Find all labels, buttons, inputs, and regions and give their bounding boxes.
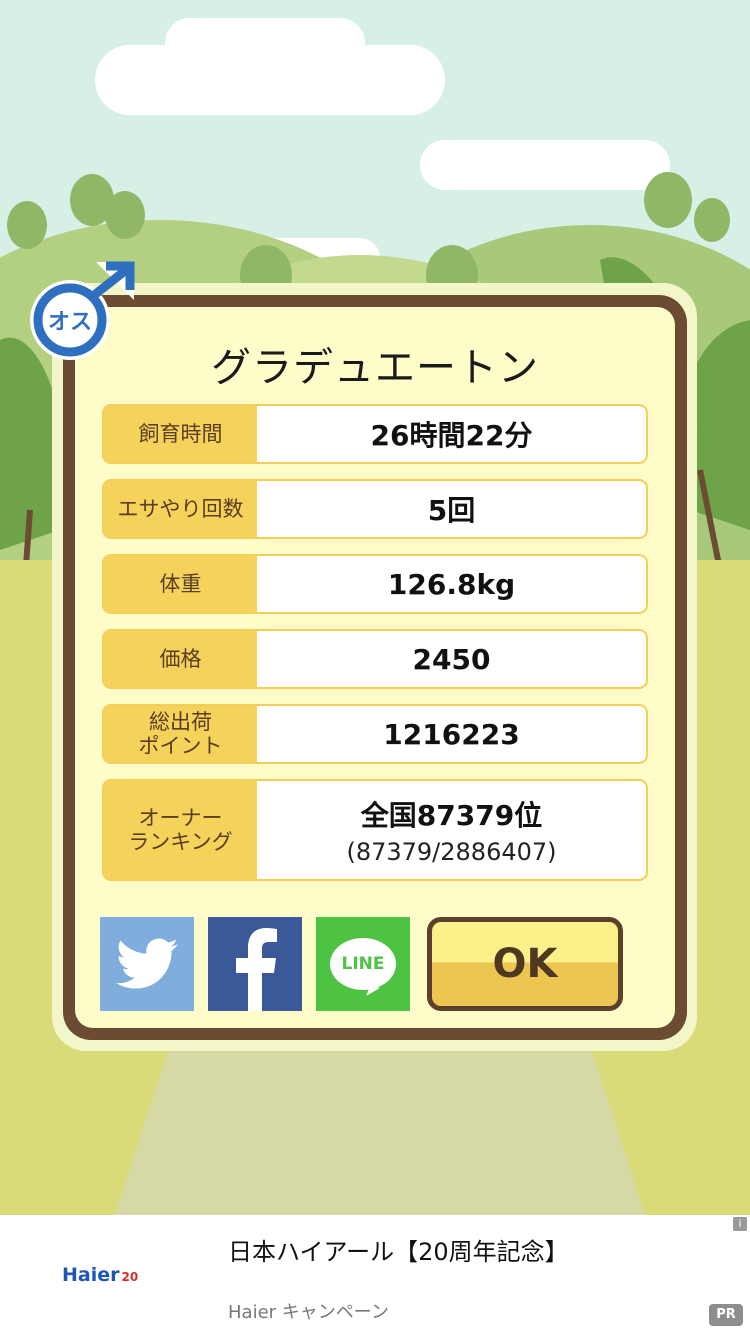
ok-button[interactable]: OK — [427, 917, 623, 1011]
haier-logo[interactable]: Haier 20 — [62, 1264, 138, 1286]
stat-value: 5回 — [427, 494, 476, 527]
twitter-bird-icon — [116, 938, 178, 989]
stat-label: エサやり回数 — [104, 481, 257, 537]
stat-row-shipping-points: 総出荷 ポイント 1216223 — [102, 704, 648, 764]
facebook-share-button[interactable] — [208, 917, 302, 1011]
stat-row-weight: 体重 126.8kg — [102, 554, 648, 614]
dialog-body: グラデュエートン 飼育時間 26時間22分 エサやり回数 5回 体重 126.8… — [75, 307, 675, 1028]
stat-label: 総出荷 ポイント — [104, 706, 257, 762]
pig-name-title: グラデュエートン — [211, 345, 539, 391]
stat-row-owner-ranking: オーナー ランキング 全国87379位 (87379/2886407) — [102, 779, 648, 881]
line-share-button[interactable]: LINE — [316, 917, 410, 1011]
stat-value: 1216223 — [383, 717, 520, 751]
stat-value: 126.8kg — [387, 567, 516, 601]
stat-label: 価格 — [104, 631, 257, 687]
stat-value: 26時間22分 — [370, 419, 533, 452]
cloud — [165, 18, 365, 68]
gender-label: オス — [48, 310, 92, 335]
facebook-f-icon — [236, 928, 277, 1011]
stat-row-price: 価格 2450 — [102, 629, 648, 689]
stat-row-feed-count: エサやり回数 5回 — [102, 479, 648, 539]
line-logo-icon: LINE — [330, 938, 396, 990]
stat-value: 全国87379位 (87379/2886407) — [257, 781, 646, 879]
ranking-main: 全国87379位 — [360, 799, 543, 832]
stat-label: オーナー ランキング — [104, 781, 257, 879]
male-symbol-icon: オス — [30, 261, 135, 360]
anniversary-mark: 20 — [121, 1270, 139, 1284]
ranking-detail: (87379/2886407) — [346, 838, 557, 866]
stat-label: 飼育時間 — [104, 406, 257, 462]
result-dialog: グラデュエートン 飼育時間 26時間22分 エサやり回数 5回 体重 126.8… — [63, 295, 687, 1040]
twitter-share-button[interactable] — [100, 917, 194, 1011]
stat-label: 体重 — [104, 556, 257, 612]
ad-subtitle[interactable]: Haier キャンペーン — [228, 1298, 389, 1324]
stat-value: 2450 — [412, 642, 491, 676]
stat-row-breeding-time: 飼育時間 26時間22分 — [102, 404, 648, 464]
ad-title[interactable]: 日本ハイアール【20周年記念】 — [228, 1232, 569, 1267]
ad-info-icon[interactable]: i — [733, 1217, 747, 1231]
ad-pr-badge: PR — [709, 1304, 743, 1326]
